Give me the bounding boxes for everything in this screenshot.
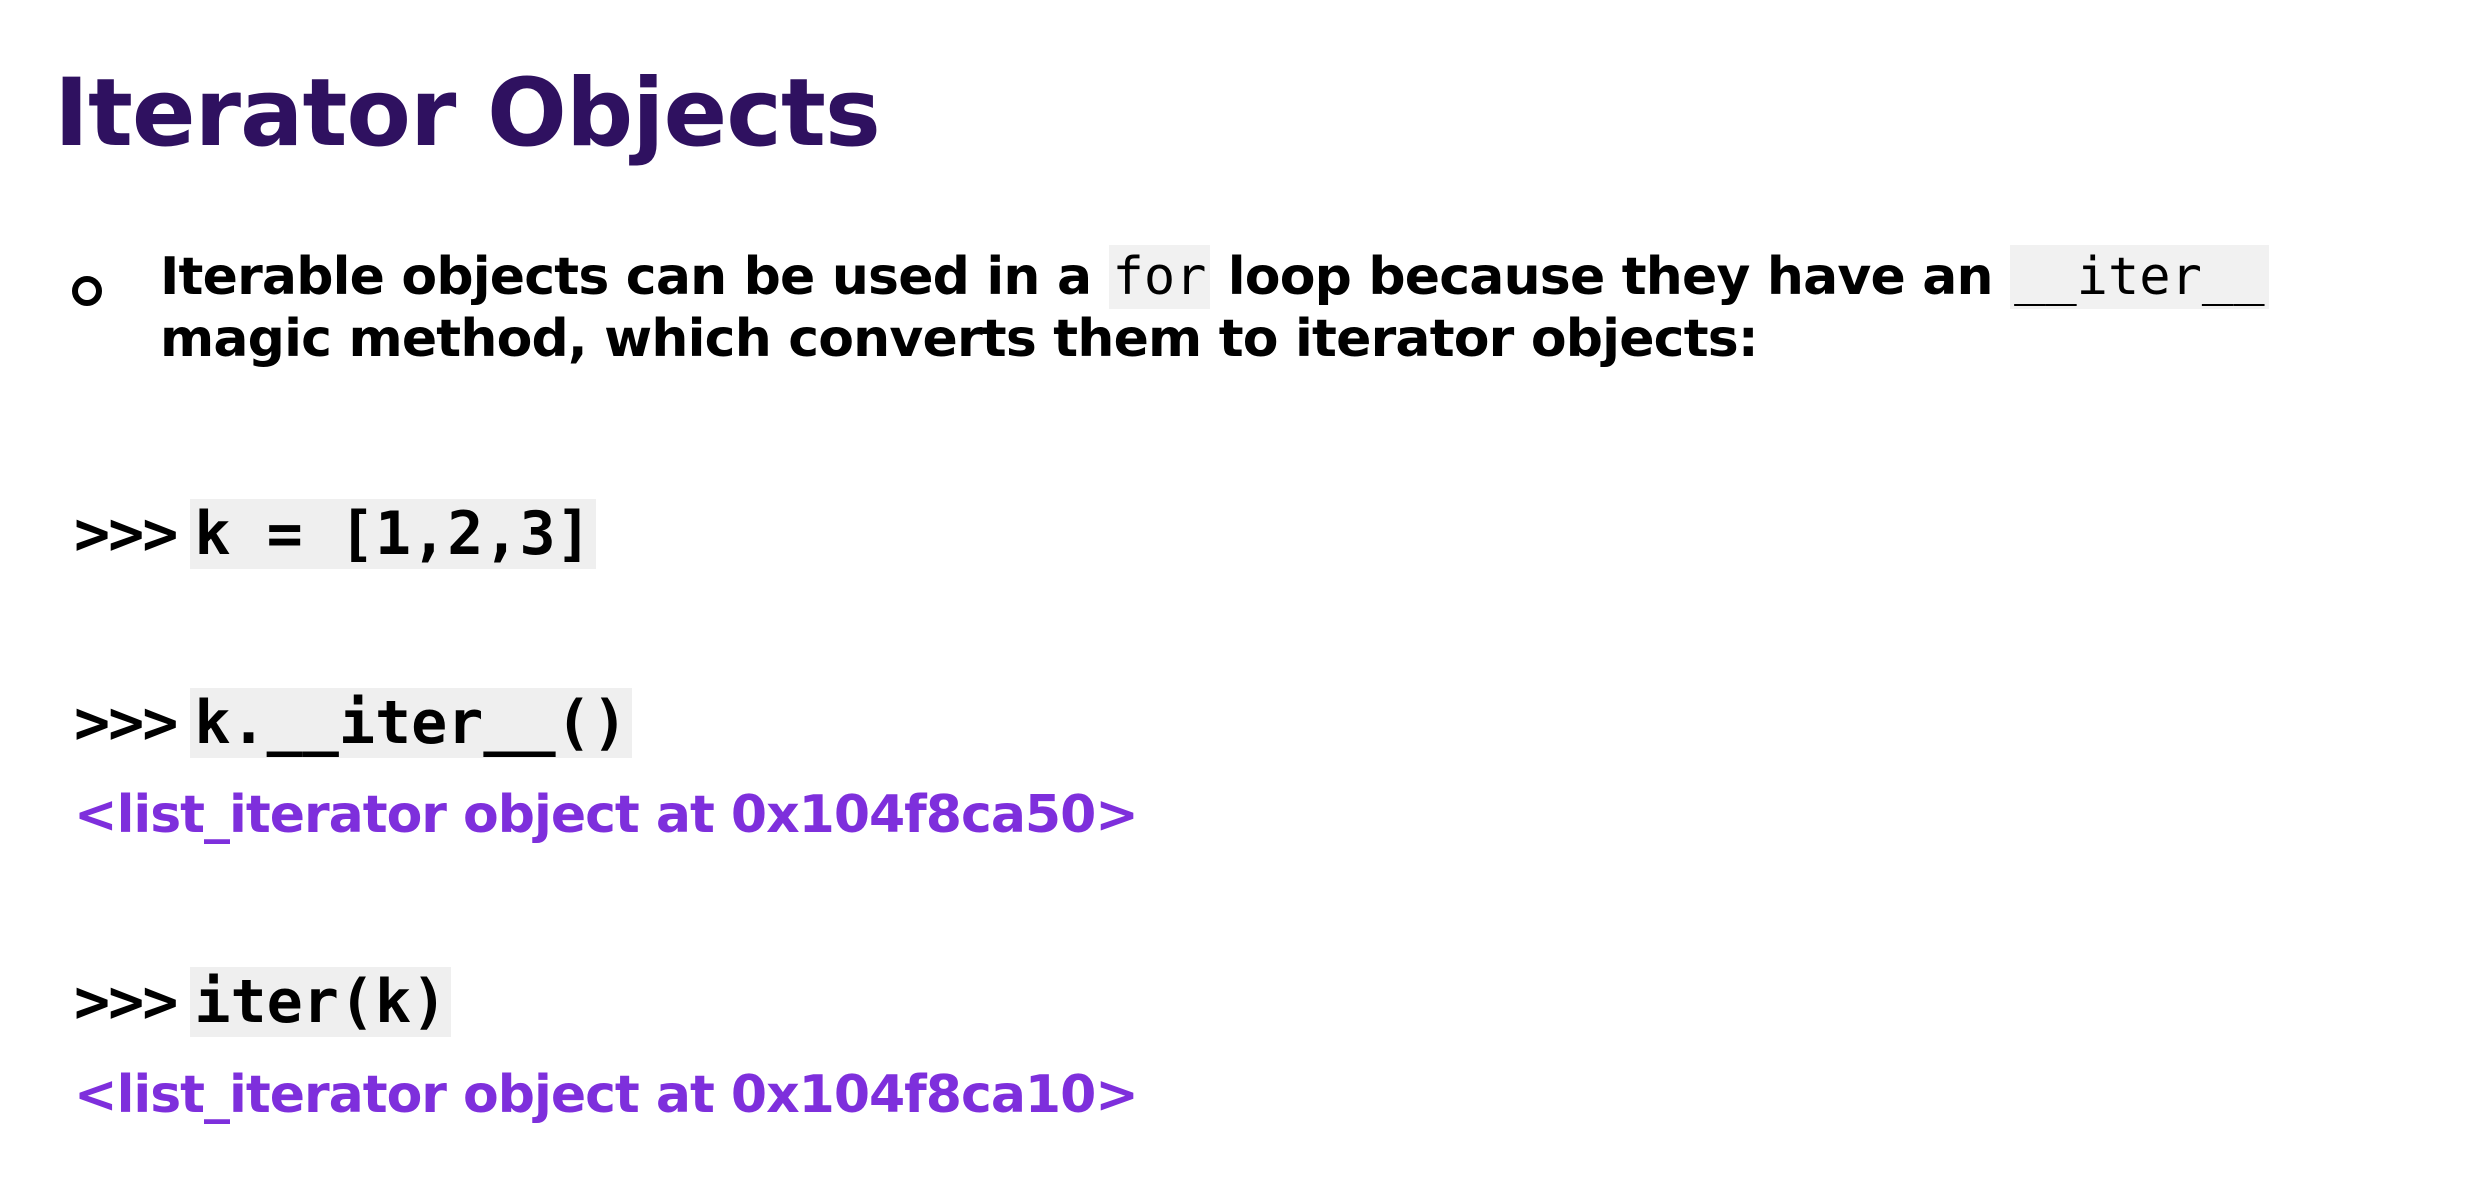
bullet-circle-icon <box>72 276 102 306</box>
bullet-paragraph: Iterable objects can be used in a for lo… <box>160 245 2440 370</box>
repl-output-2: <list_iterator object at 0x104f8ca10> <box>74 1065 1139 1125</box>
repl-line-3: >>> iter(k) <box>74 967 452 1037</box>
repl-line-1: >>> k = [1,2,3] <box>74 499 596 569</box>
bullet-text-part-1: Iterable objects can be used in a <box>160 247 1109 307</box>
repl-prompt: >>> <box>74 688 178 758</box>
repl-command: iter(k) <box>190 967 452 1037</box>
inline-code-iter: __iter__ <box>2010 245 2269 309</box>
repl-command: k.__iter__() <box>190 688 632 758</box>
repl-prompt: >>> <box>74 499 178 569</box>
bullet-text-part-3: magic method, which converts them to ite… <box>160 309 1759 369</box>
slide: Iterator Objects Iterable objects can be… <box>0 0 2468 1198</box>
slide-title: Iterator Objects <box>54 59 881 168</box>
repl-output-1: <list_iterator object at 0x104f8ca50> <box>74 785 1139 845</box>
inline-code-for: for <box>1108 245 1211 309</box>
repl-prompt: >>> <box>74 967 178 1037</box>
bullet-text-part-2: loop because they have an <box>1210 247 2011 307</box>
repl-line-2: >>> k.__iter__() <box>74 688 632 758</box>
repl-command: k = [1,2,3] <box>190 499 596 569</box>
